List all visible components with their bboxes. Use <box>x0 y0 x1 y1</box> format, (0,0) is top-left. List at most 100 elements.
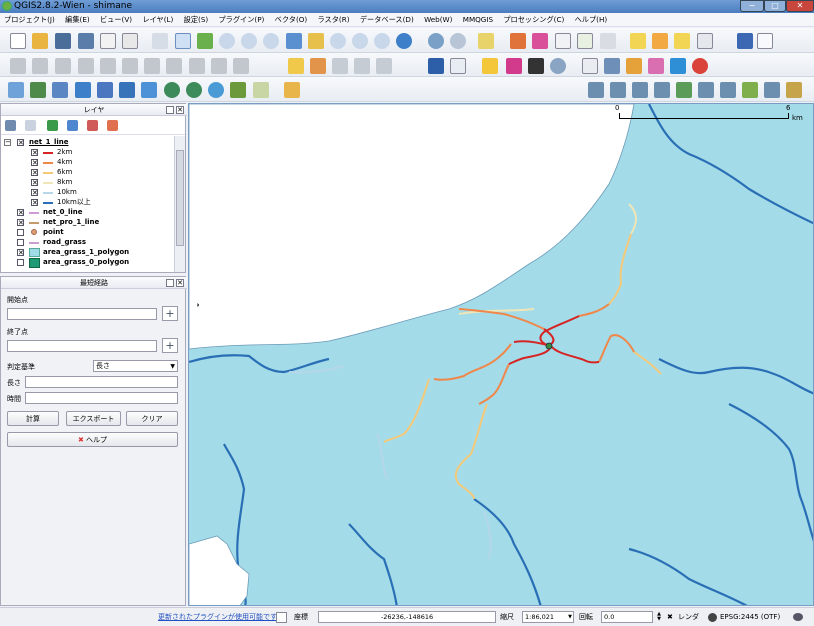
zoom-full-icon[interactable] <box>286 33 302 49</box>
new-project-icon[interactable] <box>10 33 26 49</box>
vector-filter-icon[interactable] <box>648 58 664 74</box>
layer-checkbox[interactable]: ✕ <box>17 249 24 257</box>
class-checkbox[interactable]: ✕ <box>31 159 38 167</box>
rotation-stepper-icon[interactable]: ▲ ▼ <box>655 612 663 622</box>
text-annotation-icon[interactable] <box>697 33 713 49</box>
layer-checkbox[interactable]: ✕ <box>17 219 24 227</box>
render-checkbox[interactable]: ✖ <box>667 608 673 626</box>
identify-icon[interactable] <box>428 33 444 49</box>
help-button[interactable]: ✖ ヘルプ <box>7 432 178 447</box>
remove-layer-icon[interactable] <box>107 120 118 131</box>
zoom-to-layer-icon[interactable] <box>330 33 346 49</box>
layers-scrollbar[interactable] <box>174 136 185 272</box>
class-checkbox[interactable]: ✕ <box>31 149 38 157</box>
menu-project[interactable]: プロジェクト(J) <box>4 15 55 24</box>
new-shapefile-icon[interactable] <box>253 82 269 98</box>
measure-icon[interactable] <box>600 33 616 49</box>
new-spatialite-icon[interactable] <box>284 82 300 98</box>
label-abc-icon[interactable] <box>288 58 304 74</box>
print-composer-icon[interactable] <box>100 33 116 49</box>
filter-legend-icon[interactable] <box>47 120 58 131</box>
zoom-in-icon[interactable] <box>219 33 235 49</box>
export-button[interactable]: エクスポート <box>66 411 121 426</box>
grass-tool-9-icon[interactable] <box>764 82 780 98</box>
node-tool-icon[interactable] <box>122 58 138 74</box>
projection-globe-icon[interactable] <box>708 613 717 622</box>
python-console-icon[interactable] <box>482 58 498 74</box>
class-checkbox[interactable]: ✕ <box>31 199 38 207</box>
label-rotate-icon[interactable] <box>376 58 392 74</box>
add-wcs-icon[interactable] <box>186 82 202 98</box>
add-mssql-icon[interactable] <box>97 82 113 98</box>
crosshair-icon[interactable] <box>582 58 598 74</box>
label-highlight-icon[interactable] <box>310 58 326 74</box>
add-wfs-icon[interactable] <box>208 82 224 98</box>
binoculars-icon[interactable] <box>528 58 544 74</box>
scale-select[interactable]: 1:86,021 ▼ <box>522 611 574 623</box>
add-delimited-text-icon[interactable] <box>230 82 246 98</box>
menu-help[interactable]: ヘルプ(H) <box>575 15 608 24</box>
new-bookmark-icon[interactable] <box>674 33 690 49</box>
float-panel-icon[interactable] <box>166 106 174 114</box>
help-contents-icon[interactable] <box>737 33 753 49</box>
float-panel-icon[interactable] <box>166 279 174 287</box>
routing-icon[interactable] <box>692 58 708 74</box>
zoom-next-icon[interactable] <box>374 33 390 49</box>
pan-to-selection-icon[interactable] <box>197 33 213 49</box>
grass-tool-10-icon[interactable] <box>786 82 802 98</box>
rotation-spinbox[interactable]: 0.0 <box>601 611 653 623</box>
close-button[interactable]: ✕ <box>786 0 814 12</box>
attribute-table-icon[interactable] <box>555 33 571 49</box>
deselect-icon[interactable] <box>510 33 526 49</box>
collapse-all-icon[interactable] <box>87 120 98 131</box>
open-project-icon[interactable] <box>32 33 48 49</box>
class-checkbox[interactable]: ✕ <box>31 189 38 197</box>
layer-checkbox[interactable]: ✕ <box>17 209 24 217</box>
menu-web[interactable]: Web(W) <box>424 15 452 24</box>
end-point-input[interactable] <box>7 340 157 352</box>
add-raster-layer-icon[interactable] <box>30 82 46 98</box>
graph-plugin-icon[interactable] <box>506 58 522 74</box>
advanced-edit-icon[interactable] <box>233 58 249 74</box>
menu-settings[interactable]: 設定(S) <box>184 15 209 24</box>
scrollbar-thumb[interactable] <box>176 150 184 246</box>
add-db2-icon[interactable] <box>141 82 157 98</box>
bookmark-icon[interactable] <box>652 33 668 49</box>
shortest-path-icon[interactable] <box>626 58 642 74</box>
copy-features-icon[interactable] <box>189 58 205 74</box>
minimize-button[interactable]: − <box>740 0 764 12</box>
add-vector-layer-icon[interactable] <box>8 82 24 98</box>
menu-edit[interactable]: 編集(E) <box>65 15 90 24</box>
add-postgis-icon[interactable] <box>52 82 68 98</box>
messages-icon[interactable] <box>793 613 803 621</box>
map-canvas[interactable]: 0 6 km <box>188 103 814 606</box>
menu-raster[interactable]: ラスタ(R) <box>318 15 350 24</box>
layer-checkbox[interactable] <box>17 259 24 266</box>
grass-tool-8-icon[interactable] <box>742 82 758 98</box>
statistics-icon[interactable] <box>577 33 593 49</box>
save-edits-icon[interactable] <box>55 58 71 74</box>
coordinate-field[interactable]: -26236,-148616 <box>318 611 496 623</box>
layer-checkbox[interactable]: ✕ <box>17 139 24 147</box>
crs-label[interactable]: EPSG:2445 (OTF) <box>720 608 780 626</box>
zoom-out-icon[interactable] <box>241 33 257 49</box>
label-pin-icon[interactable] <box>332 58 348 74</box>
csw-icon[interactable] <box>450 58 466 74</box>
layer-checkbox[interactable] <box>17 239 24 246</box>
grass-tool-5-icon[interactable] <box>676 82 692 98</box>
class-checkbox[interactable]: ✕ <box>31 179 38 187</box>
add-oracle-icon[interactable] <box>119 82 135 98</box>
add-spatialite-icon[interactable] <box>75 82 91 98</box>
grass-tool-1-icon[interactable] <box>588 82 604 98</box>
action-icon[interactable] <box>450 33 466 49</box>
refresh-icon[interactable] <box>396 33 412 49</box>
menu-vector[interactable]: ベクタ(O) <box>275 15 308 24</box>
maximize-button[interactable]: □ <box>764 0 786 12</box>
menu-plugins[interactable]: プラグイン(P) <box>218 15 264 24</box>
edit-pencil-icon[interactable] <box>10 58 26 74</box>
end-crosshair-button[interactable]: + <box>162 338 178 353</box>
label-move-icon[interactable] <box>354 58 370 74</box>
metasearch-icon[interactable] <box>428 58 444 74</box>
menu-database[interactable]: データベース(D) <box>360 15 414 24</box>
paste-features-icon[interactable] <box>211 58 227 74</box>
